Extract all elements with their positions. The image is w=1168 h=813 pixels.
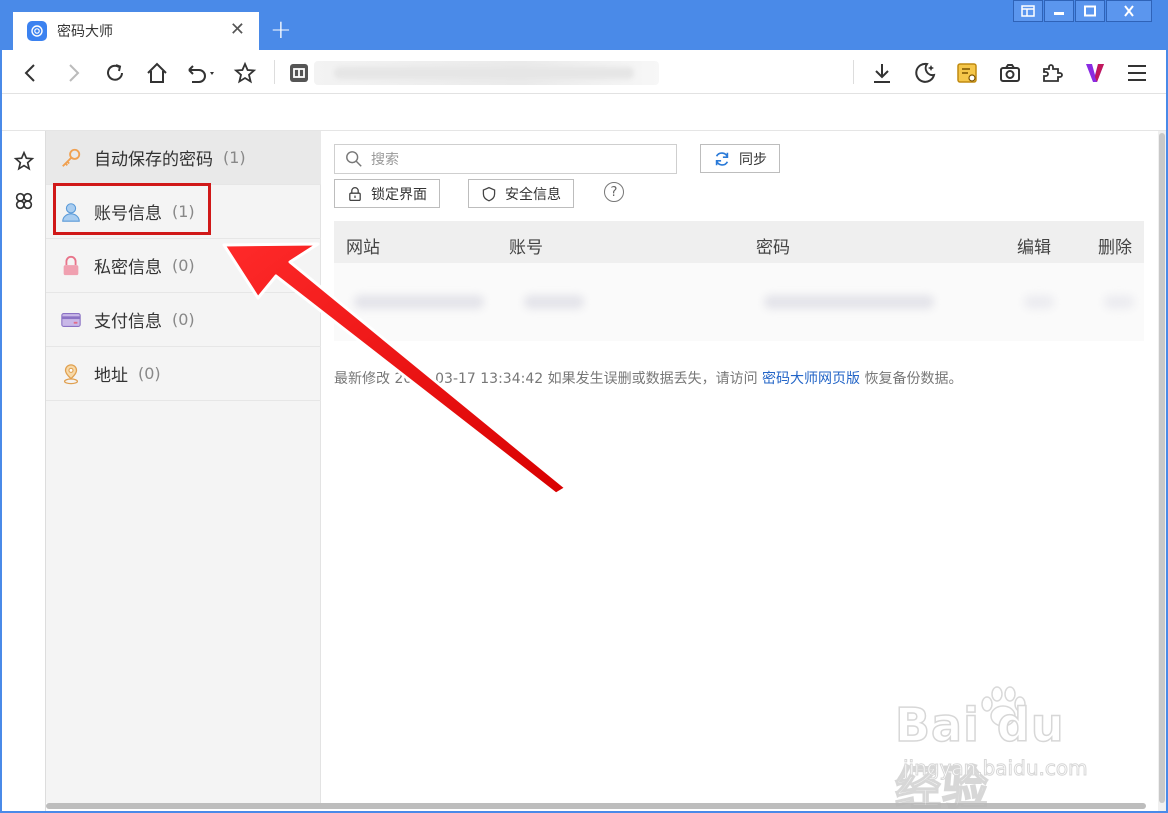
lock-screen-label: 锁定界面 xyxy=(371,186,427,203)
sync-icon xyxy=(715,151,729,166)
table-header: 网站 账号 密码 编辑 删除 xyxy=(334,221,1144,263)
bookmark-star-icon[interactable] xyxy=(232,60,258,86)
password-master-icon xyxy=(27,21,47,41)
new-tab-button[interactable]: + xyxy=(270,17,292,43)
bookmark-bar xyxy=(2,94,1166,131)
favorites-star-icon[interactable] xyxy=(12,149,36,173)
shield-icon xyxy=(482,186,496,201)
layout-icon[interactable] xyxy=(1013,0,1043,22)
browser-tab[interactable]: 密码大师 ✕ xyxy=(13,12,259,50)
apps-clover-icon[interactable] xyxy=(12,189,36,213)
sync-label: 同步 xyxy=(739,151,767,168)
lock-icon xyxy=(60,255,82,277)
address-bar[interactable] xyxy=(314,61,659,85)
back-icon[interactable] xyxy=(18,60,44,86)
table-row[interactable] xyxy=(334,263,1144,341)
web-version-link[interactable]: 密码大师网页版 xyxy=(762,371,860,387)
column-header-account: 账号 xyxy=(509,238,543,258)
toolbar-divider xyxy=(853,60,854,84)
sidebar-item-label: 自动保存的密码 xyxy=(94,150,213,170)
sync-button[interactable]: 同步 xyxy=(700,144,780,173)
sidebar-item-count: (0) xyxy=(172,310,195,329)
search-placeholder: 搜索 xyxy=(371,152,399,168)
search-icon xyxy=(346,151,362,167)
maximize-icon[interactable] xyxy=(1075,0,1105,22)
security-info-label: 安全信息 xyxy=(505,186,561,203)
password-manager-icon[interactable] xyxy=(954,60,980,86)
minimize-icon[interactable] xyxy=(1044,0,1074,22)
credit-card-icon xyxy=(60,309,82,331)
window-controls xyxy=(1013,0,1153,22)
sidebar-item-count: (1) xyxy=(223,148,246,167)
download-icon[interactable] xyxy=(869,60,895,86)
padlock-icon xyxy=(349,186,361,201)
side-rail xyxy=(2,131,46,811)
sidebar-item-address[interactable]: 地址 (0) xyxy=(46,347,321,401)
v-extension-icon[interactable] xyxy=(1082,60,1108,86)
security-info-button[interactable]: 安全信息 xyxy=(468,179,574,208)
search-input[interactable]: 搜索 xyxy=(334,144,677,174)
sidebar-item-count: (0) xyxy=(138,364,161,383)
screenshot-icon[interactable] xyxy=(997,60,1023,86)
close-window-icon[interactable] xyxy=(1106,0,1152,22)
footer-suffix: 恢复备份数据。 xyxy=(864,371,963,387)
browser-toolbar xyxy=(2,50,1166,94)
footer-date: 2023-03-17 13:34:42 如果发生误删或数据丢失，请访问 xyxy=(394,371,758,387)
sidebar-item-payment-info[interactable]: 支付信息 (0) xyxy=(46,293,321,347)
close-tab-icon[interactable]: ✕ xyxy=(230,21,245,39)
help-icon[interactable]: ? xyxy=(604,182,624,202)
lock-screen-button[interactable]: 锁定界面 xyxy=(334,179,440,208)
extensions-icon[interactable] xyxy=(1039,60,1065,86)
backup-notice: 最新修改 2023-03-17 13:34:42 如果发生误删或数据丢失，请访问… xyxy=(334,368,963,388)
vertical-scrollbar[interactable] xyxy=(1158,131,1166,811)
undo-icon[interactable] xyxy=(184,60,218,86)
forward-icon[interactable] xyxy=(60,60,86,86)
sidebar-item-count: (0) xyxy=(172,256,195,275)
annotation-highlight-box xyxy=(53,183,211,235)
column-header-delete: 删除 xyxy=(1098,238,1132,258)
tab-title: 密码大师 xyxy=(57,24,113,40)
sidebar-item-label: 支付信息 xyxy=(94,312,162,332)
footer-prefix: 最新修改 xyxy=(334,371,390,387)
sidebar-item-label: 地址 xyxy=(94,366,128,386)
site-info-icon[interactable] xyxy=(286,60,312,86)
key-icon xyxy=(60,147,82,169)
home-icon[interactable] xyxy=(144,60,170,86)
column-header-edit: 编辑 xyxy=(1017,238,1051,258)
sidebar-item-saved-passwords[interactable]: 自动保存的密码 (1) xyxy=(46,131,321,185)
sidebar-item-label: 私密信息 xyxy=(94,258,162,278)
sidebar-item-private-info[interactable]: 私密信息 (0) xyxy=(46,239,321,293)
column-header-password: 密码 xyxy=(756,238,790,258)
refresh-icon[interactable] xyxy=(102,60,128,86)
column-header-website: 网站 xyxy=(346,238,380,258)
toolbar-divider xyxy=(274,60,275,84)
watermark-url: jingyan.baidu.com xyxy=(903,756,1089,781)
dark-mode-icon[interactable] xyxy=(912,60,938,86)
baidu-jingyan-watermark: Bai du 经验 jingyan.baidu.com xyxy=(894,686,1110,813)
title-bar: 密码大师 ✕ + xyxy=(0,0,1168,50)
menu-icon[interactable] xyxy=(1124,60,1150,86)
location-pin-icon xyxy=(60,363,82,385)
